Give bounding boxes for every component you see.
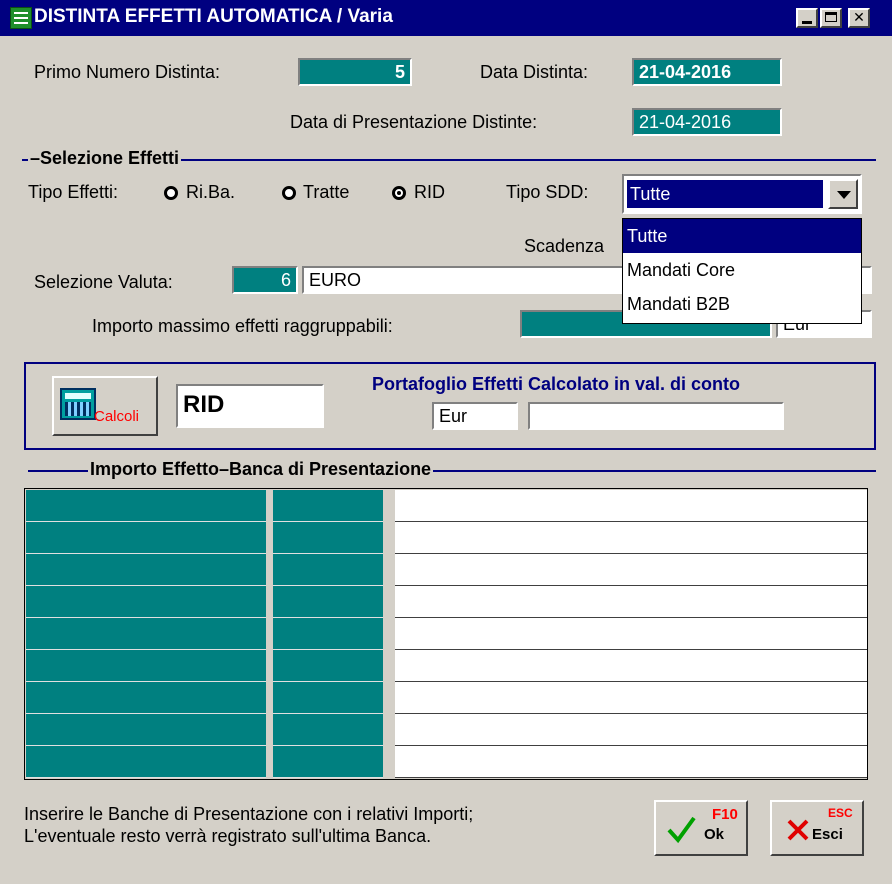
grid-row-cell[interactable] [273,522,383,554]
radio-tratte[interactable] [282,186,296,200]
grid-row-cell[interactable] [26,682,266,714]
data-distinta-field[interactable]: 21-04-2016 [632,58,782,86]
valuta-label: Selezione Valuta: [34,272,173,292]
grid-row-cell[interactable] [273,746,383,778]
esc-key-hint: ESC [828,806,853,820]
checkmark-icon [667,816,696,844]
maximize-button[interactable] [820,8,842,28]
grid-row-cell[interactable] [273,490,383,522]
grid-row-cell[interactable] [26,490,266,522]
grid-row-cell[interactable] [26,714,266,746]
grid-row-cell[interactable] [395,490,867,522]
portafoglio-label: Portafoglio Effetti Calcolato in val. di… [372,374,741,394]
grid-column-codice[interactable] [273,490,383,778]
primo-numero-field[interactable]: 5 [298,58,412,86]
calcoli-tipo-field[interactable]: RID [176,384,324,428]
primo-numero-label: Primo Numero Distinta: [34,62,221,82]
esci-button[interactable]: ESC Esci [770,800,864,856]
maximize-icon [825,12,837,22]
grid-row-cell[interactable] [273,554,383,586]
grid-row-cell[interactable] [26,618,266,650]
grid-row-cell[interactable] [26,746,266,778]
combo-dropdown-button[interactable] [828,179,858,209]
calcoli-button[interactable]: Calcoli [52,376,158,436]
data-presentazione-label: Data di Presentazione Distinte: [290,112,538,132]
grid-row-cell[interactable] [395,650,867,682]
minimize-button[interactable] [796,8,818,28]
grid-row-cell[interactable] [273,618,383,650]
grid-row-cell[interactable] [273,714,383,746]
close-icon: ✕ [853,9,865,25]
footer-message-line1: Inserire le Banche di Presentazione con … [24,804,474,824]
importo-massimo-label: Importo massimo effetti raggruppabili: [92,316,393,336]
ok-button[interactable]: F10 Ok [654,800,748,856]
grid-row-cell[interactable] [395,682,867,714]
portafoglio-amount-field[interactable] [528,402,784,430]
data-distinta-label: Data Distinta: [480,62,589,82]
grid-column-banca[interactable] [395,490,867,778]
calcoli-button-label: Calcoli [94,408,140,425]
tipo-sdd-combo[interactable]: Tutte [622,174,862,214]
grid-row-cell[interactable] [273,682,383,714]
esci-button-label: Esci [812,826,843,843]
close-x-icon [787,819,809,841]
radio-tratte-label: Tratte [303,182,350,202]
ok-button-label: Ok [704,826,725,843]
grid-row-cell[interactable] [26,522,266,554]
grid-row-cell[interactable] [26,586,266,618]
radio-rid-label: RID [414,182,445,202]
window-app-icon [10,7,32,29]
grid-row-cell[interactable] [395,714,867,746]
scadenza-label: Scadenza [524,236,605,256]
footer-message-line2: L'eventuale resto verrà registrato sull'… [24,826,432,846]
grid-row-cell[interactable] [26,554,266,586]
dropdown-option-tutte[interactable]: Tutte [623,219,861,253]
grid-row-cell[interactable] [395,586,867,618]
selezione-section-title: –Selezione Effetti [28,148,182,169]
grid-row-cell[interactable] [273,650,383,682]
window-title: DISTINTA EFFETTI AUTOMATICA / Varia [34,6,393,27]
radio-riba-label: Ri.Ba. [186,182,236,202]
tipo-effetti-label: Tipo Effetti: [28,182,119,202]
close-button[interactable]: ✕ [848,8,870,28]
data-presentazione-field[interactable]: 21-04-2016 [632,108,782,136]
portafoglio-currency-field[interactable]: Eur [432,402,518,430]
dropdown-option-mandati-b2b[interactable]: Mandati B2B [623,287,861,321]
tipo-sdd-dropdown-list: Tutte Mandati Core Mandati B2B [622,218,862,324]
tipo-sdd-selected: Tutte [627,180,823,208]
banche-grid [24,488,868,780]
grid-row-cell[interactable] [395,554,867,586]
tipo-sdd-label: Tipo SDD: [506,182,589,202]
grid-row-cell[interactable] [395,746,867,778]
valuta-code-field[interactable]: 6 [232,266,298,294]
grid-title-banca: Banca di Presentazione [229,459,432,479]
chevron-down-icon [837,191,851,199]
minimize-icon [802,21,812,24]
grid-row-cell[interactable] [395,522,867,554]
grid-column-importo[interactable] [26,490,266,778]
title-bar: DISTINTA EFFETTI AUTOMATICA / Varia ✕ [0,0,892,36]
calculator-icon [60,388,96,420]
grid-row-cell[interactable] [395,618,867,650]
grid-row-cell[interactable] [26,650,266,682]
ok-key-hint: F10 [712,806,738,823]
dropdown-option-mandati-core[interactable]: Mandati Core [623,253,861,287]
grid-section-title: Importo Effetto–Banca di Presentazione [88,459,434,480]
grid-row-cell[interactable] [273,586,383,618]
grid-title-importo: Importo Effetto [90,459,219,479]
radio-rid[interactable] [392,186,406,200]
radio-riba[interactable] [164,186,178,200]
